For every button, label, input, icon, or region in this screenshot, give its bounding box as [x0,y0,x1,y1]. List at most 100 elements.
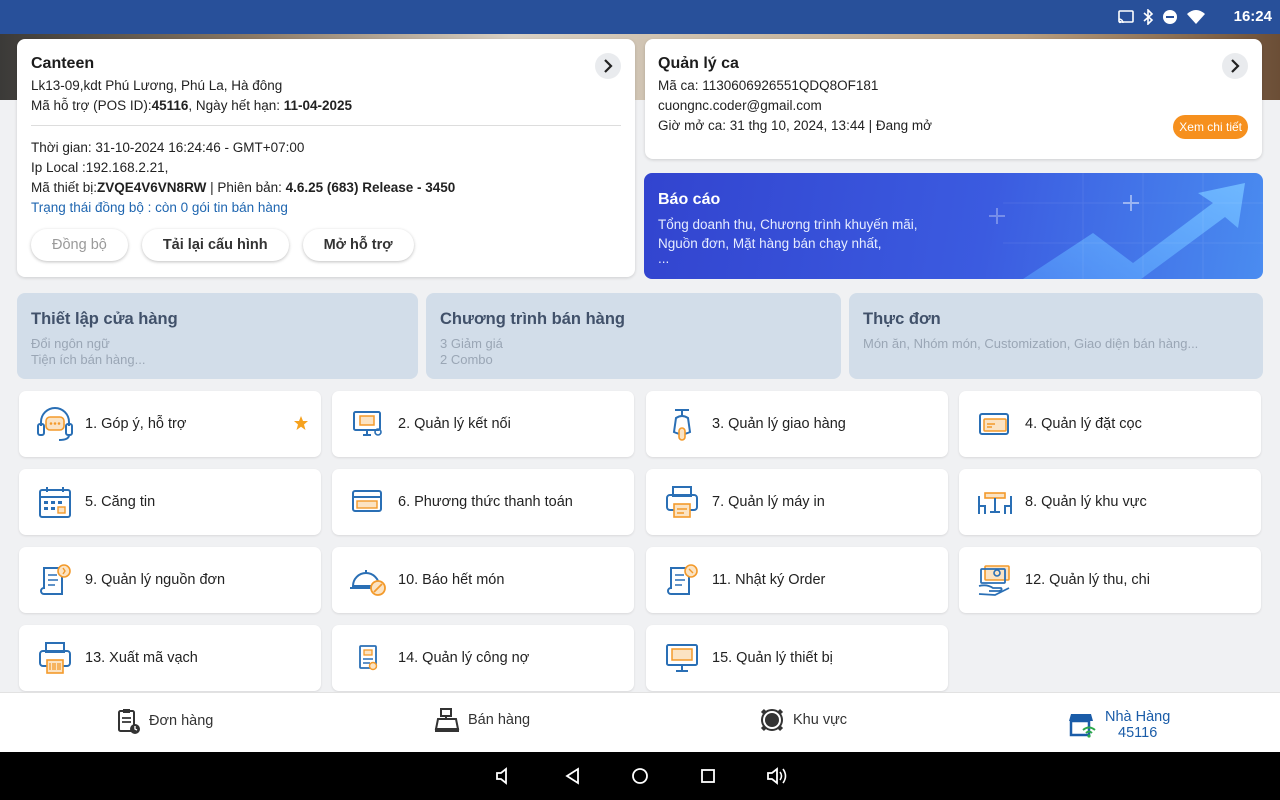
time-line: Thời gian: 31-10-2024 16:24:46 - GMT+07:… [31,140,305,155]
home-icon[interactable] [630,766,650,786]
recents-icon[interactable] [698,766,718,786]
tile-title: Thiết lập cửa hàng [31,310,178,328]
store-info-open-button[interactable] [595,53,621,79]
report-banner[interactable]: Báo cáo Tổng doanh thu, Chương trình khu… [644,173,1263,279]
menu-item-areas[interactable]: 8. Quản lý khu vực [959,469,1261,535]
nav-area-label: Khu vực [793,712,848,728]
shift-opened: Giờ mở ca: 31 thg 10, 2024, 13:44 | Đang… [658,118,932,133]
open-support-button[interactable]: Mở hỗ trợ [302,229,414,261]
tile-store-settings[interactable]: Thiết lập cửa hàng Đổi ngôn ngữ Tiện ích … [17,293,418,379]
status-bar: 16:24 [0,0,1280,34]
debt-document-icon [348,638,388,678]
chevron-right-icon [604,59,613,73]
menu-item-canteen[interactable]: 5. Căng tin [19,469,321,535]
menu-item-order-log[interactable]: 11. Nhật ký Order [646,547,948,613]
menu-item-label: 2. Quản lý kết nối [398,416,511,432]
cast-icon [1118,10,1134,24]
scooter-icon [662,404,702,444]
do-not-disturb-icon [1163,10,1177,24]
store-actions: Đồng bộ Tải lại cấu hình Mở hỗ trợ [31,229,621,261]
menu-item-label: 3. Quản lý giao hàng [712,416,846,432]
expiry-date: 11-04-2025 [283,98,353,113]
nav-store[interactable]: Nhà Hàng 45116 [1069,709,1170,741]
volume-up-icon[interactable] [765,766,789,786]
menu-item-label: 1. Góp ý, hỗ trợ [85,416,187,432]
tile-sub-line: Tiện ích bán hàng... [31,352,146,367]
tile-menu[interactable]: Thực đơn Món ăn, Nhóm món, Customization… [849,293,1263,379]
nav-area[interactable]: Khu vực [759,707,847,733]
menu-item-connections[interactable]: 2. Quản lý kết nối [332,391,634,457]
shift-email: cuongnc.coder@gmail.com [658,98,822,113]
store-label: Nhà Hàng 45116 [1105,709,1170,741]
support-line: Mã hỗ trợ (POS ID):45116, Ngày hết hạn: … [31,98,621,113]
menu-item-devices[interactable]: 15. Quản lý thiết bị [646,625,948,691]
menu-item-debts[interactable]: 14. Quản lý công nợ [332,625,634,691]
menu-item-label: 6. Phương thức thanh toán [398,494,573,510]
menu-item-barcode-export[interactable]: 13. Xuất mã vạch [19,625,321,691]
tile-sub-line: 2 Combo [440,352,493,367]
store-wifi-icon [1069,714,1096,738]
menu-item-label: 9. Quản lý nguồn đơn [85,572,226,588]
tile-subtitle: Món ăn, Nhóm món, Customization, Giao di… [863,336,1249,352]
barcode-printer-icon [35,638,75,678]
nav-sales[interactable]: Bán hàng [434,707,530,733]
cash-register-icon [434,708,460,732]
headset-icon [35,404,75,444]
favorite-star-icon[interactable] [293,415,309,431]
tile-sales-programs[interactable]: Chương trình bán hàng 3 Giảm giá 2 Combo [426,293,841,379]
shift-title: Quản lý ca [658,55,739,72]
menu-item-label: 8. Quản lý khu vực [1025,494,1147,510]
device-line: Mã thiết bị:ZVQE4V6VN8RW | Phiên bản: 4.… [31,180,621,195]
sync-button[interactable]: Đồng bộ [31,229,128,261]
cash-hand-icon [975,560,1015,600]
status-icons [1118,9,1206,25]
menu-item-sold-out[interactable]: 10. Báo hết món [332,547,634,613]
nav-orders[interactable]: Đơn hàng [117,707,213,735]
support-label: Mã hỗ trợ (POS ID): [31,98,152,113]
store-name-label: Nhà Hàng [1105,709,1171,725]
deposit-card-icon [975,404,1015,444]
status-time: 16:24 [1233,8,1272,25]
menu-item-feedback[interactable]: 1. Góp ý, hỗ trợ [19,391,321,457]
menu-item-deposit[interactable]: 4. Quản lý đặt cọc [959,391,1261,457]
store-address: Lk13-09,kdt Phú Lương, Phú La, Hà đông [31,78,283,93]
ip-line: Ip Local :192.168.2.21, [31,160,169,175]
sync-status[interactable]: Trạng thái đồng bộ : còn 0 gói tin bán h… [31,200,621,215]
shift-card[interactable]: Quản lý ca Mã ca: 1130606926551QDQ8OF181… [645,39,1262,159]
device-label: Mã thiết bị: [31,180,98,195]
version-label: | Phiên bản: [206,180,286,195]
tile-subtitle: Đổi ngôn ngữ Tiện ích bán hàng... [31,336,404,368]
menu-item-label: 4. Quản lý đặt cọc [1025,416,1142,432]
menu-item-label: 10. Báo hết món [398,572,505,588]
bluetooth-icon [1143,9,1154,25]
menu-item-label: 11. Nhật ký Order [712,572,826,588]
menu-item-printers[interactable]: 7. Quản lý máy in [646,469,948,535]
menu-item-income-expense[interactable]: 12. Quản lý thu, chi [959,547,1261,613]
payment-card-icon [348,482,388,522]
menu-item-payment-methods[interactable]: 6. Phương thức thanh toán [332,469,634,535]
printer-icon [662,482,702,522]
menu-item-delivery[interactable]: 3. Quản lý giao hàng [646,391,948,457]
system-navigation-bar [0,752,1280,800]
menu-item-label: 15. Quản lý thiết bị [712,650,833,666]
menu-item-label: 13. Xuất mã vạch [85,650,198,666]
order-log-icon [662,560,702,600]
expiry-label: , Ngày hết hạn: [188,98,284,113]
nav-orders-label: Đơn hàng [149,713,214,729]
calendar-icon [35,482,75,522]
reload-config-button[interactable]: Tải lại cấu hình [141,229,289,261]
order-source-icon [35,560,75,600]
menu-item-order-sources[interactable]: 9. Quản lý nguồn đơn [19,547,321,613]
store-info-card: Canteen Lk13-09,kdt Phú Lương, Phú La, H… [17,39,635,277]
shift-detail-button[interactable]: Xem chi tiết [1173,115,1248,139]
volume-down-icon[interactable] [494,766,514,786]
device-monitor-icon [662,638,702,678]
support-id: 45116 [151,98,189,113]
cloche-cancel-icon [348,560,388,600]
menu-item-label: 5. Căng tin [85,494,156,510]
shift-open-button[interactable] [1222,53,1248,79]
orders-icon [118,709,140,734]
version-value: 4.6.25 (683) Release - 3450 [285,180,456,195]
back-icon[interactable] [563,766,583,786]
menu-item-label: 12. Quản lý thu, chi [1025,572,1150,588]
